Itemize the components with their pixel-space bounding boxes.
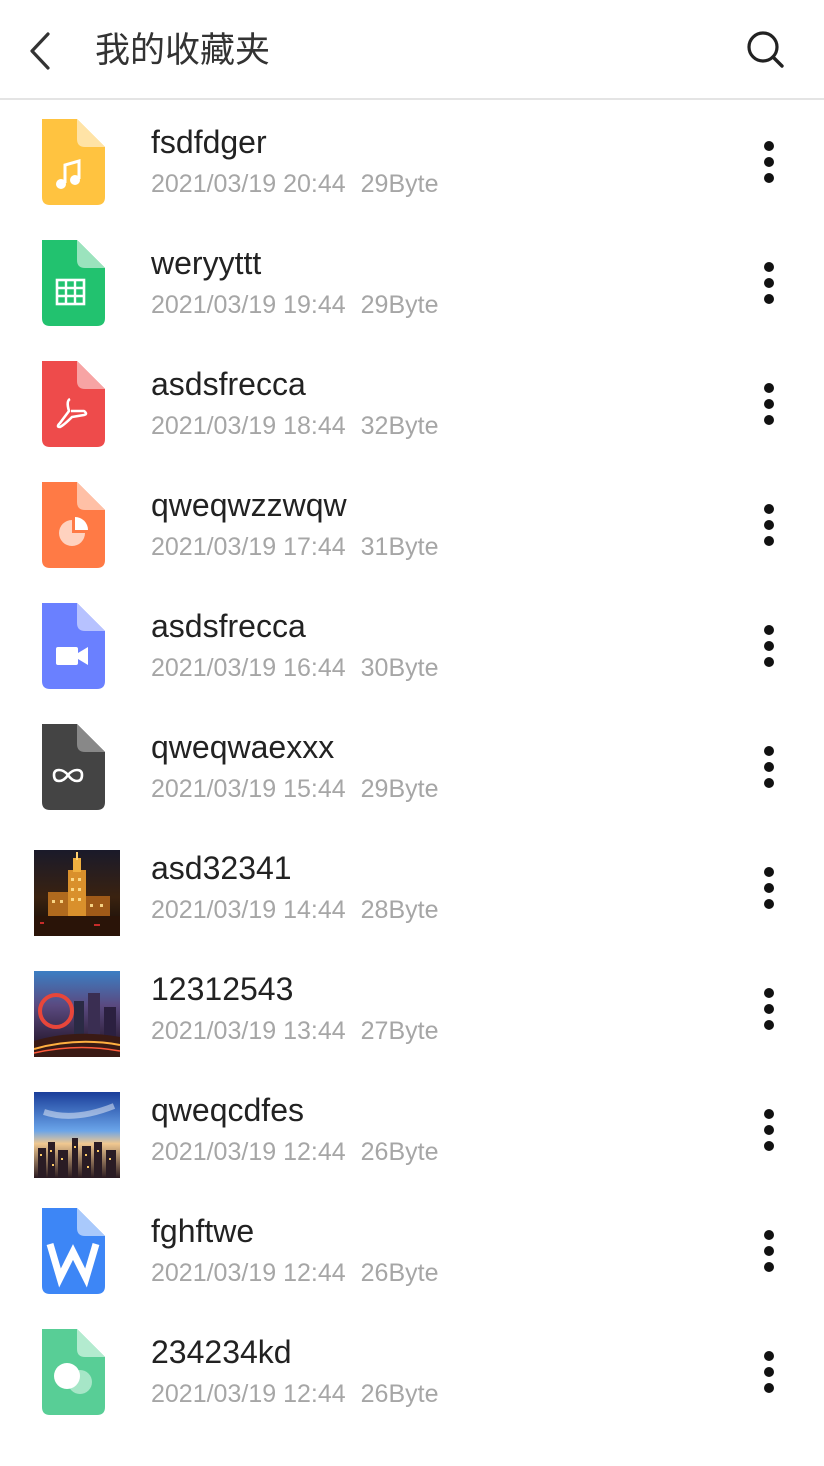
back-button[interactable] xyxy=(22,26,62,74)
file-name: 12312543 xyxy=(151,971,294,1007)
more-button[interactable] xyxy=(744,132,794,192)
more-button[interactable] xyxy=(744,858,794,918)
file-meta: 2021/03/19 14:44 28Byte xyxy=(151,896,438,924)
file-meta: 2021/03/19 17:44 31Byte xyxy=(151,533,438,561)
file-date: 2021/03/19 13:44 xyxy=(151,1017,346,1045)
presentation-file-icon xyxy=(34,482,120,568)
file-size: 26Byte xyxy=(360,1259,439,1287)
photo-thumbnail xyxy=(34,850,120,936)
page-title: 我的收藏夹 xyxy=(95,31,271,71)
file-name: asdsfrecca xyxy=(151,366,306,402)
file-size: 32Byte xyxy=(360,412,439,440)
file-meta: 2021/03/19 19:44 29Byte xyxy=(151,291,438,319)
favorites-list: fsdfdger 2021/03/19 20:44 29Byte weryyttt… xyxy=(0,100,824,1431)
list-item[interactable]: qweqcdfes 2021/03/19 12:44 26Byte xyxy=(0,1068,824,1189)
file-date: 2021/03/19 16:44 xyxy=(151,654,346,682)
list-item[interactable]: 12312543 2021/03/19 13:44 27Byte xyxy=(0,947,824,1068)
file-date: 2021/03/19 19:44 xyxy=(151,291,346,319)
file-name: 234234kd xyxy=(151,1334,292,1370)
file-name: asdsfrecca xyxy=(151,608,306,644)
file-date: 2021/03/19 15:44 xyxy=(151,775,346,803)
file-date: 2021/03/19 12:44 xyxy=(151,1259,346,1287)
file-date: 2021/03/19 17:44 xyxy=(151,533,346,561)
list-item[interactable]: asd32341 2021/03/19 14:44 28Byte xyxy=(0,826,824,947)
word-file-icon xyxy=(34,1208,120,1294)
list-item[interactable]: fsdfdger 2021/03/19 20:44 29Byte xyxy=(0,100,824,221)
file-size: 29Byte xyxy=(360,775,439,803)
list-item[interactable]: asdsfrecca 2021/03/19 16:44 30Byte xyxy=(0,584,824,705)
file-date: 2021/03/19 20:44 xyxy=(151,170,346,198)
music-file-icon xyxy=(34,119,120,205)
spreadsheet-file-icon xyxy=(34,240,120,326)
more-button[interactable] xyxy=(744,979,794,1039)
file-date: 2021/03/19 18:44 xyxy=(151,412,346,440)
file-name: qweqcdfes xyxy=(151,1092,304,1128)
list-item[interactable]: asdsfrecca 2021/03/19 18:44 32Byte xyxy=(0,342,824,463)
file-size: 29Byte xyxy=(360,170,439,198)
video-file-icon xyxy=(34,603,120,689)
file-name: qweqwzzwqw xyxy=(151,487,347,523)
search-icon xyxy=(747,31,784,68)
file-size: 31Byte xyxy=(360,533,439,561)
file-name: weryyttt xyxy=(151,245,262,281)
app-header: 我的收藏夹 xyxy=(0,0,824,100)
file-meta: 2021/03/19 13:44 27Byte xyxy=(151,1017,438,1045)
more-button[interactable] xyxy=(744,1342,794,1402)
file-size: 27Byte xyxy=(360,1017,439,1045)
file-meta: 2021/03/19 15:44 29Byte xyxy=(151,775,438,803)
file-name: asd32341 xyxy=(151,850,292,886)
file-name: fghftwe xyxy=(151,1213,255,1249)
file-date: 2021/03/19 12:44 xyxy=(151,1380,346,1408)
file-name: fsdfdger xyxy=(151,124,267,160)
more-button[interactable] xyxy=(744,253,794,313)
list-item[interactable]: weryyttt 2021/03/19 19:44 29Byte xyxy=(0,221,824,342)
file-meta: 2021/03/19 12:44 26Byte xyxy=(151,1259,438,1287)
file-size: 28Byte xyxy=(360,896,439,924)
file-date: 2021/03/19 14:44 xyxy=(151,896,346,924)
chat-file-icon xyxy=(34,1329,120,1415)
photo-thumbnail xyxy=(34,1092,120,1178)
list-item[interactable]: fghftwe 2021/03/19 12:44 26Byte xyxy=(0,1189,824,1310)
more-button[interactable] xyxy=(744,374,794,434)
more-button[interactable] xyxy=(744,737,794,797)
file-date: 2021/03/19 12:44 xyxy=(151,1138,346,1166)
file-meta: 2021/03/19 16:44 30Byte xyxy=(151,654,438,682)
pdf-file-icon xyxy=(34,361,120,447)
file-meta: 2021/03/19 12:44 26Byte xyxy=(151,1138,438,1166)
link-file-icon xyxy=(34,724,120,810)
file-size: 26Byte xyxy=(360,1380,439,1408)
file-size: 26Byte xyxy=(360,1138,439,1166)
list-item[interactable]: qweqwzzwqw 2021/03/19 17:44 31Byte xyxy=(0,463,824,584)
search-button[interactable] xyxy=(744,28,786,70)
file-meta: 2021/03/19 20:44 29Byte xyxy=(151,170,438,198)
file-size: 29Byte xyxy=(360,291,439,319)
chevron-left-icon xyxy=(30,32,50,70)
photo-thumbnail xyxy=(34,971,120,1057)
more-button[interactable] xyxy=(744,1221,794,1281)
file-meta: 2021/03/19 18:44 32Byte xyxy=(151,412,438,440)
file-name: qweqwaexxx xyxy=(151,729,335,765)
more-button[interactable] xyxy=(744,616,794,676)
more-button[interactable] xyxy=(744,1100,794,1160)
file-meta: 2021/03/19 12:44 26Byte xyxy=(151,1380,438,1408)
list-item[interactable]: 234234kd 2021/03/19 12:44 26Byte xyxy=(0,1310,824,1431)
more-button[interactable] xyxy=(744,495,794,555)
file-size: 30Byte xyxy=(360,654,439,682)
list-item[interactable]: qweqwaexxx 2021/03/19 15:44 29Byte xyxy=(0,705,824,826)
